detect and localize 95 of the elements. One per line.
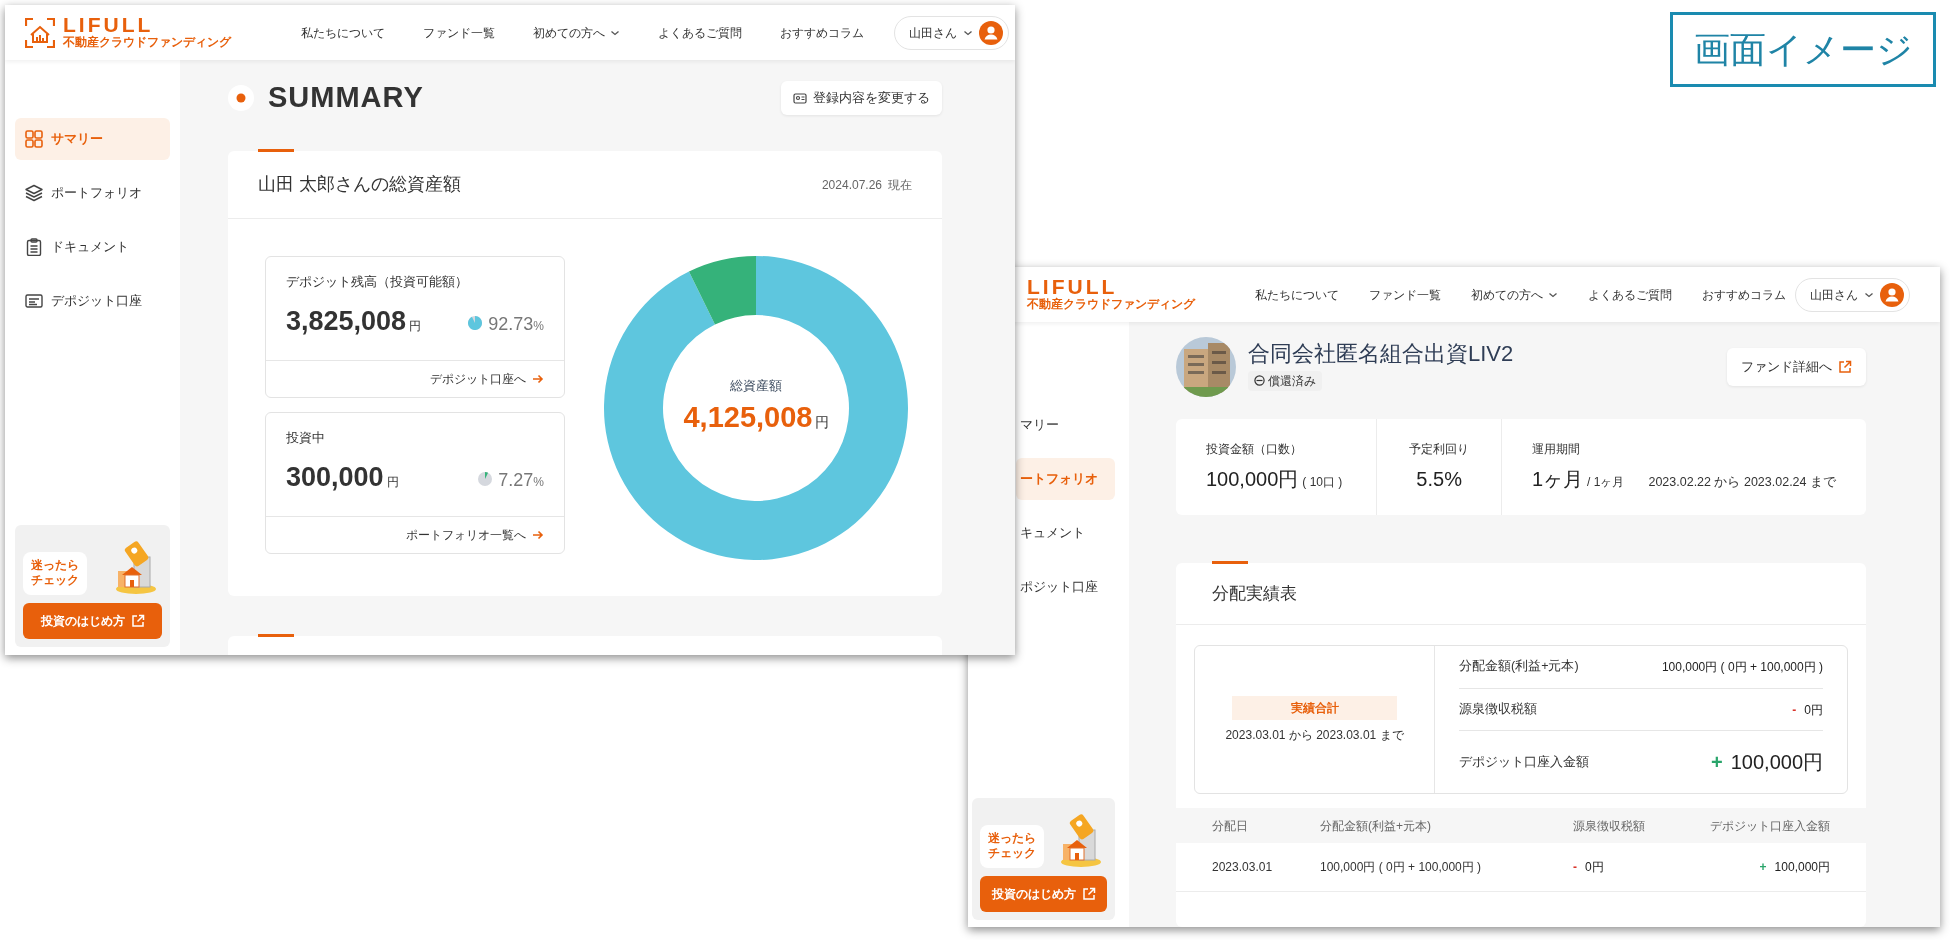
list-card-icon: [25, 292, 43, 310]
nav-link[interactable]: おすすめコラム: [1702, 285, 1786, 304]
table-cell-text: 100,000円 ( 0円 + 100,000円 ): [1320, 859, 1483, 876]
sidebar-item[interactable]: ポートフォリオ: [15, 172, 170, 214]
sign-text: -: [1573, 859, 1577, 876]
summary-label: 源泉徴収税額: [1459, 701, 1537, 719]
summary-label: デポジット口座入金額: [1459, 753, 1589, 771]
total-amount: 4,125,008: [683, 399, 813, 435]
amount-text: 3,825,008: [286, 307, 407, 335]
logo-icon: [25, 17, 55, 48]
stat-value: 1ヶ月: [1532, 467, 1584, 492]
bubble-text: チェック: [988, 846, 1036, 862]
value-text: 0円: [1804, 701, 1823, 719]
stat-subtext: ( 10口 ): [1302, 474, 1343, 491]
avatar-icon: [1880, 282, 1904, 307]
section-title: 分配実績表: [1212, 582, 1297, 605]
value-text: 100,000円 ( 0円 + 100,000円 ): [1661, 658, 1823, 676]
edit-profile-button[interactable]: 登録内容を変更する: [781, 80, 942, 116]
status-text: 償還済み: [1268, 372, 1316, 390]
external-link-icon: [1081, 887, 1096, 901]
fund-title: 合同会社匿名組合出資LIV2: [1248, 340, 1514, 367]
nav-link[interactable]: よくあるご質問: [1588, 285, 1672, 304]
sign-text: +: [1759, 859, 1767, 876]
summary-label: 分配金額(利益+元本): [1459, 658, 1579, 676]
stat-label: 予定利回り: [1409, 441, 1470, 458]
value-text: 100,000円: [1730, 750, 1823, 776]
nav-link[interactable]: 私たちについて: [301, 23, 385, 42]
clipboard-icon: [25, 238, 43, 256]
stat-value: 5.5%: [1416, 467, 1462, 492]
bubble-text: 迷ったら: [31, 557, 79, 574]
period-text: 2023.03.01 から 2023.03.01 まで: [1225, 726, 1404, 744]
stat-value: 100,000円: [1206, 467, 1299, 492]
bubble-text: 迷ったら: [988, 830, 1036, 847]
card-title: 山田 太郎さんの総資産額: [258, 173, 461, 196]
table-cell-text: 2023.03.01: [1212, 859, 1274, 876]
id-card-icon: [793, 91, 807, 105]
panel-link[interactable]: デポジット口座へ: [430, 370, 544, 388]
column-header: 分配日: [1212, 817, 1249, 835]
nav-link[interactable]: 私たちについて: [1255, 285, 1339, 304]
layers-icon: [25, 184, 43, 202]
period-text: 2023.02.22 から 2023.02.24 まで: [1648, 474, 1836, 491]
external-link-icon: [1838, 360, 1852, 374]
logo-tagline: 不動産クラウドファンディング: [1027, 297, 1195, 313]
stat-subtext: / 1ヶ月: [1587, 474, 1625, 491]
sidebar-item[interactable]: キュメント: [1016, 512, 1115, 554]
date-suffix: 現在: [888, 176, 912, 194]
stat-label: 運用期間: [1532, 441, 1581, 458]
stat-label: 投資金額（口数）: [1206, 441, 1303, 458]
column-header: 分配金額(利益+元本): [1320, 817, 1432, 835]
amount-text: 300,000: [286, 463, 384, 491]
logo-tagline: 不動産クラウドファンディング: [63, 35, 231, 51]
panel-link[interactable]: ポートフォリオ一覧へ: [406, 526, 544, 544]
nav-link[interactable]: ファンド一覧: [423, 23, 495, 42]
percent-text: 7.27%: [498, 468, 544, 492]
nav-link[interactable]: おすすめコラム: [780, 23, 864, 42]
date-text: 2024.07.26: [821, 176, 882, 194]
arrow-right-icon: [532, 529, 544, 541]
user-menu-button[interactable]: 山田さん: [894, 15, 1009, 50]
total-label: 総資産額: [730, 377, 782, 395]
logo-text: LIFULL: [1027, 276, 1119, 298]
nav-link[interactable]: 初めての方へ: [533, 23, 620, 42]
status-icon: [1254, 375, 1265, 387]
page-title: SUMMARY: [268, 80, 424, 116]
unit-text: 円: [409, 317, 422, 335]
percent-text: 92.73%: [488, 312, 544, 336]
fund-detail-button[interactable]: ファンド詳細へ: [1727, 347, 1866, 387]
nav-link[interactable]: よくあるご質問: [658, 23, 742, 42]
bubble-text: チェック: [31, 573, 79, 589]
value-text: 0円: [1585, 859, 1604, 876]
asset-label: 投資中: [286, 430, 326, 447]
user-menu-button[interactable]: 山田さん: [1795, 277, 1910, 312]
sidebar-item[interactable]: ドキュメント: [15, 226, 170, 268]
nav-link[interactable]: 初めての方へ: [1471, 285, 1558, 304]
column-header: デポジット口座入金額: [1710, 817, 1830, 835]
arrow-right-icon: [532, 373, 544, 385]
logo-text: LIFULL: [63, 14, 155, 36]
grid-icon: [25, 130, 43, 148]
sign-text: +: [1711, 750, 1723, 776]
sign-text: -: [1792, 701, 1797, 719]
unit-text: 円: [814, 412, 829, 432]
share-pie-icon: [478, 471, 493, 486]
column-header: 源泉徴収税額: [1573, 817, 1646, 835]
nav-link[interactable]: ファンド一覧: [1369, 285, 1441, 304]
bullet-icon: [228, 85, 254, 111]
sidebar-item[interactable]: マリー: [1016, 404, 1115, 446]
share-pie-icon: [468, 315, 483, 330]
asset-label: デポジット残高（投資可能額）: [286, 274, 469, 291]
avatar-icon: [979, 20, 1003, 45]
sidebar-item[interactable]: デポジット口座: [15, 280, 170, 322]
total-badge: 実績合計: [1232, 695, 1397, 720]
image-label: 画面イメージ: [1670, 12, 1936, 87]
sidebar-item[interactable]: ポジット口座: [1016, 566, 1115, 608]
value-text: 100,000円: [1774, 859, 1830, 876]
external-link-icon: [130, 614, 145, 628]
unit-text: 円: [386, 473, 399, 491]
